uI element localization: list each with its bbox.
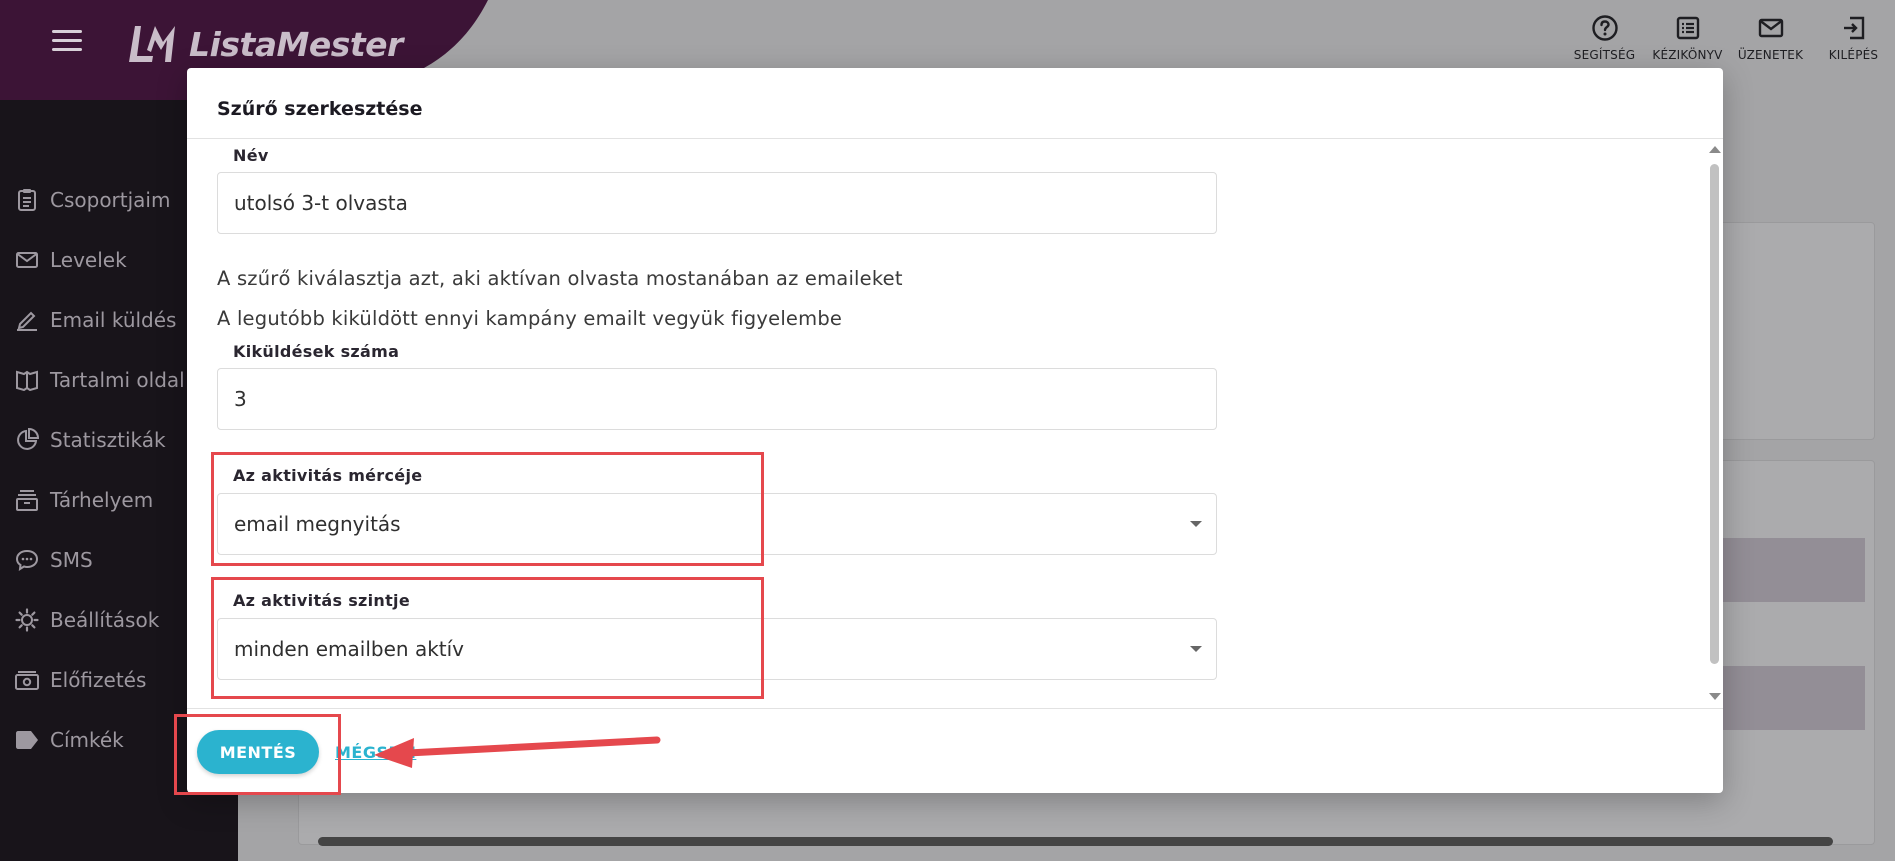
manual-label: KÉZIKÖNYV <box>1652 48 1723 62</box>
scroll-up-icon[interactable] <box>1709 146 1721 153</box>
manual-button[interactable]: KÉZIKÖNYV <box>1646 14 1729 62</box>
clipboard-icon <box>14 187 40 213</box>
dialog-title: Szűrő szerkesztése <box>217 98 423 120</box>
scroll-down-icon[interactable] <box>1709 693 1721 700</box>
money-icon <box>14 667 40 693</box>
pie-chart-icon <box>14 427 40 453</box>
measure-select[interactable]: email megnyitás <box>217 493 1217 555</box>
measure-label: Az aktivitás mércéje <box>233 466 423 485</box>
sidebar-item-label: Email küldés <box>50 308 177 332</box>
measure-selected-value: email megnyitás <box>234 512 401 536</box>
brand-logo[interactable]: ListaMester <box>125 18 403 70</box>
chat-bubble-icon <box>14 547 40 573</box>
mail-icon <box>1758 18 1783 38</box>
menu-hamburger-icon[interactable] <box>52 30 82 54</box>
help-button[interactable]: SEGÍTSÉG <box>1563 14 1646 62</box>
cancel-button[interactable]: MÉGSEM <box>335 730 416 774</box>
logout-button[interactable]: KILÉPÉS <box>1812 14 1895 62</box>
messages-button[interactable]: ÜZENETEK <box>1729 14 1812 62</box>
logout-icon <box>1843 16 1864 40</box>
sidebar-item-label: Levelek <box>50 248 127 272</box>
level-selected-value: minden emailben aktív <box>234 637 465 661</box>
tag-icon <box>14 727 40 753</box>
logo-mark-icon <box>129 26 175 62</box>
logout-label: KILÉPÉS <box>1828 48 1879 62</box>
book-icon <box>14 367 40 393</box>
sidebar-item-label: Előfizetés <box>50 668 147 692</box>
sidebar-item-label: Beállítások <box>50 608 160 632</box>
count-label: Kiküldések száma <box>233 342 400 361</box>
gear-icon <box>14 607 40 633</box>
brand-name: ListaMester <box>189 24 403 64</box>
divider <box>187 708 1723 709</box>
sidebar-item-label: SMS <box>50 548 93 572</box>
manual-list-icon <box>1676 16 1699 40</box>
messages-label: ÜZENETEK <box>1737 48 1804 62</box>
sidebar-item-label: Csoportjaim <box>50 188 171 212</box>
sidebar-item-label: Statisztikák <box>50 428 166 452</box>
name-label: Név <box>233 146 269 165</box>
filter-edit-dialog: Szűrő szerkesztése Név A szűrő kiválaszt… <box>187 68 1723 793</box>
chevron-down-icon <box>1190 646 1202 652</box>
help-circle-icon <box>1591 15 1618 41</box>
level-select[interactable]: minden emailben aktív <box>217 618 1217 680</box>
divider <box>187 138 1723 139</box>
count-input[interactable] <box>234 387 1216 411</box>
name-input[interactable] <box>234 191 1216 215</box>
count-field[interactable] <box>217 368 1217 430</box>
chevron-down-icon <box>1190 521 1202 527</box>
help-label: SEGÍTSÉG <box>1573 48 1636 62</box>
scrollbar-thumb[interactable] <box>1710 164 1719 664</box>
background-horizontal-scrollbar[interactable] <box>318 837 1833 846</box>
filter-description: A szűrő kiválasztja azt, aki aktívan olv… <box>217 267 903 290</box>
dialog-scrollbar[interactable] <box>1705 144 1723 702</box>
storage-icon <box>14 487 40 513</box>
top-actions: SEGÍTSÉG KÉZIKÖNYV ÜZENETEK KILÉPÉS <box>1563 14 1895 62</box>
sidebar-item-label: Tartalmi oldal <box>50 368 185 392</box>
envelope-icon <box>14 247 40 273</box>
name-field[interactable] <box>217 172 1217 234</box>
pen-icon <box>14 307 40 333</box>
count-description: A legutóbb kiküldött ennyi kampány email… <box>217 307 843 330</box>
sidebar-item-label: Címkék <box>50 728 124 752</box>
sidebar-item-label: Tárhelyem <box>50 488 154 512</box>
save-button[interactable]: MENTÉS <box>197 730 319 774</box>
level-label: Az aktivitás szintje <box>233 591 410 610</box>
